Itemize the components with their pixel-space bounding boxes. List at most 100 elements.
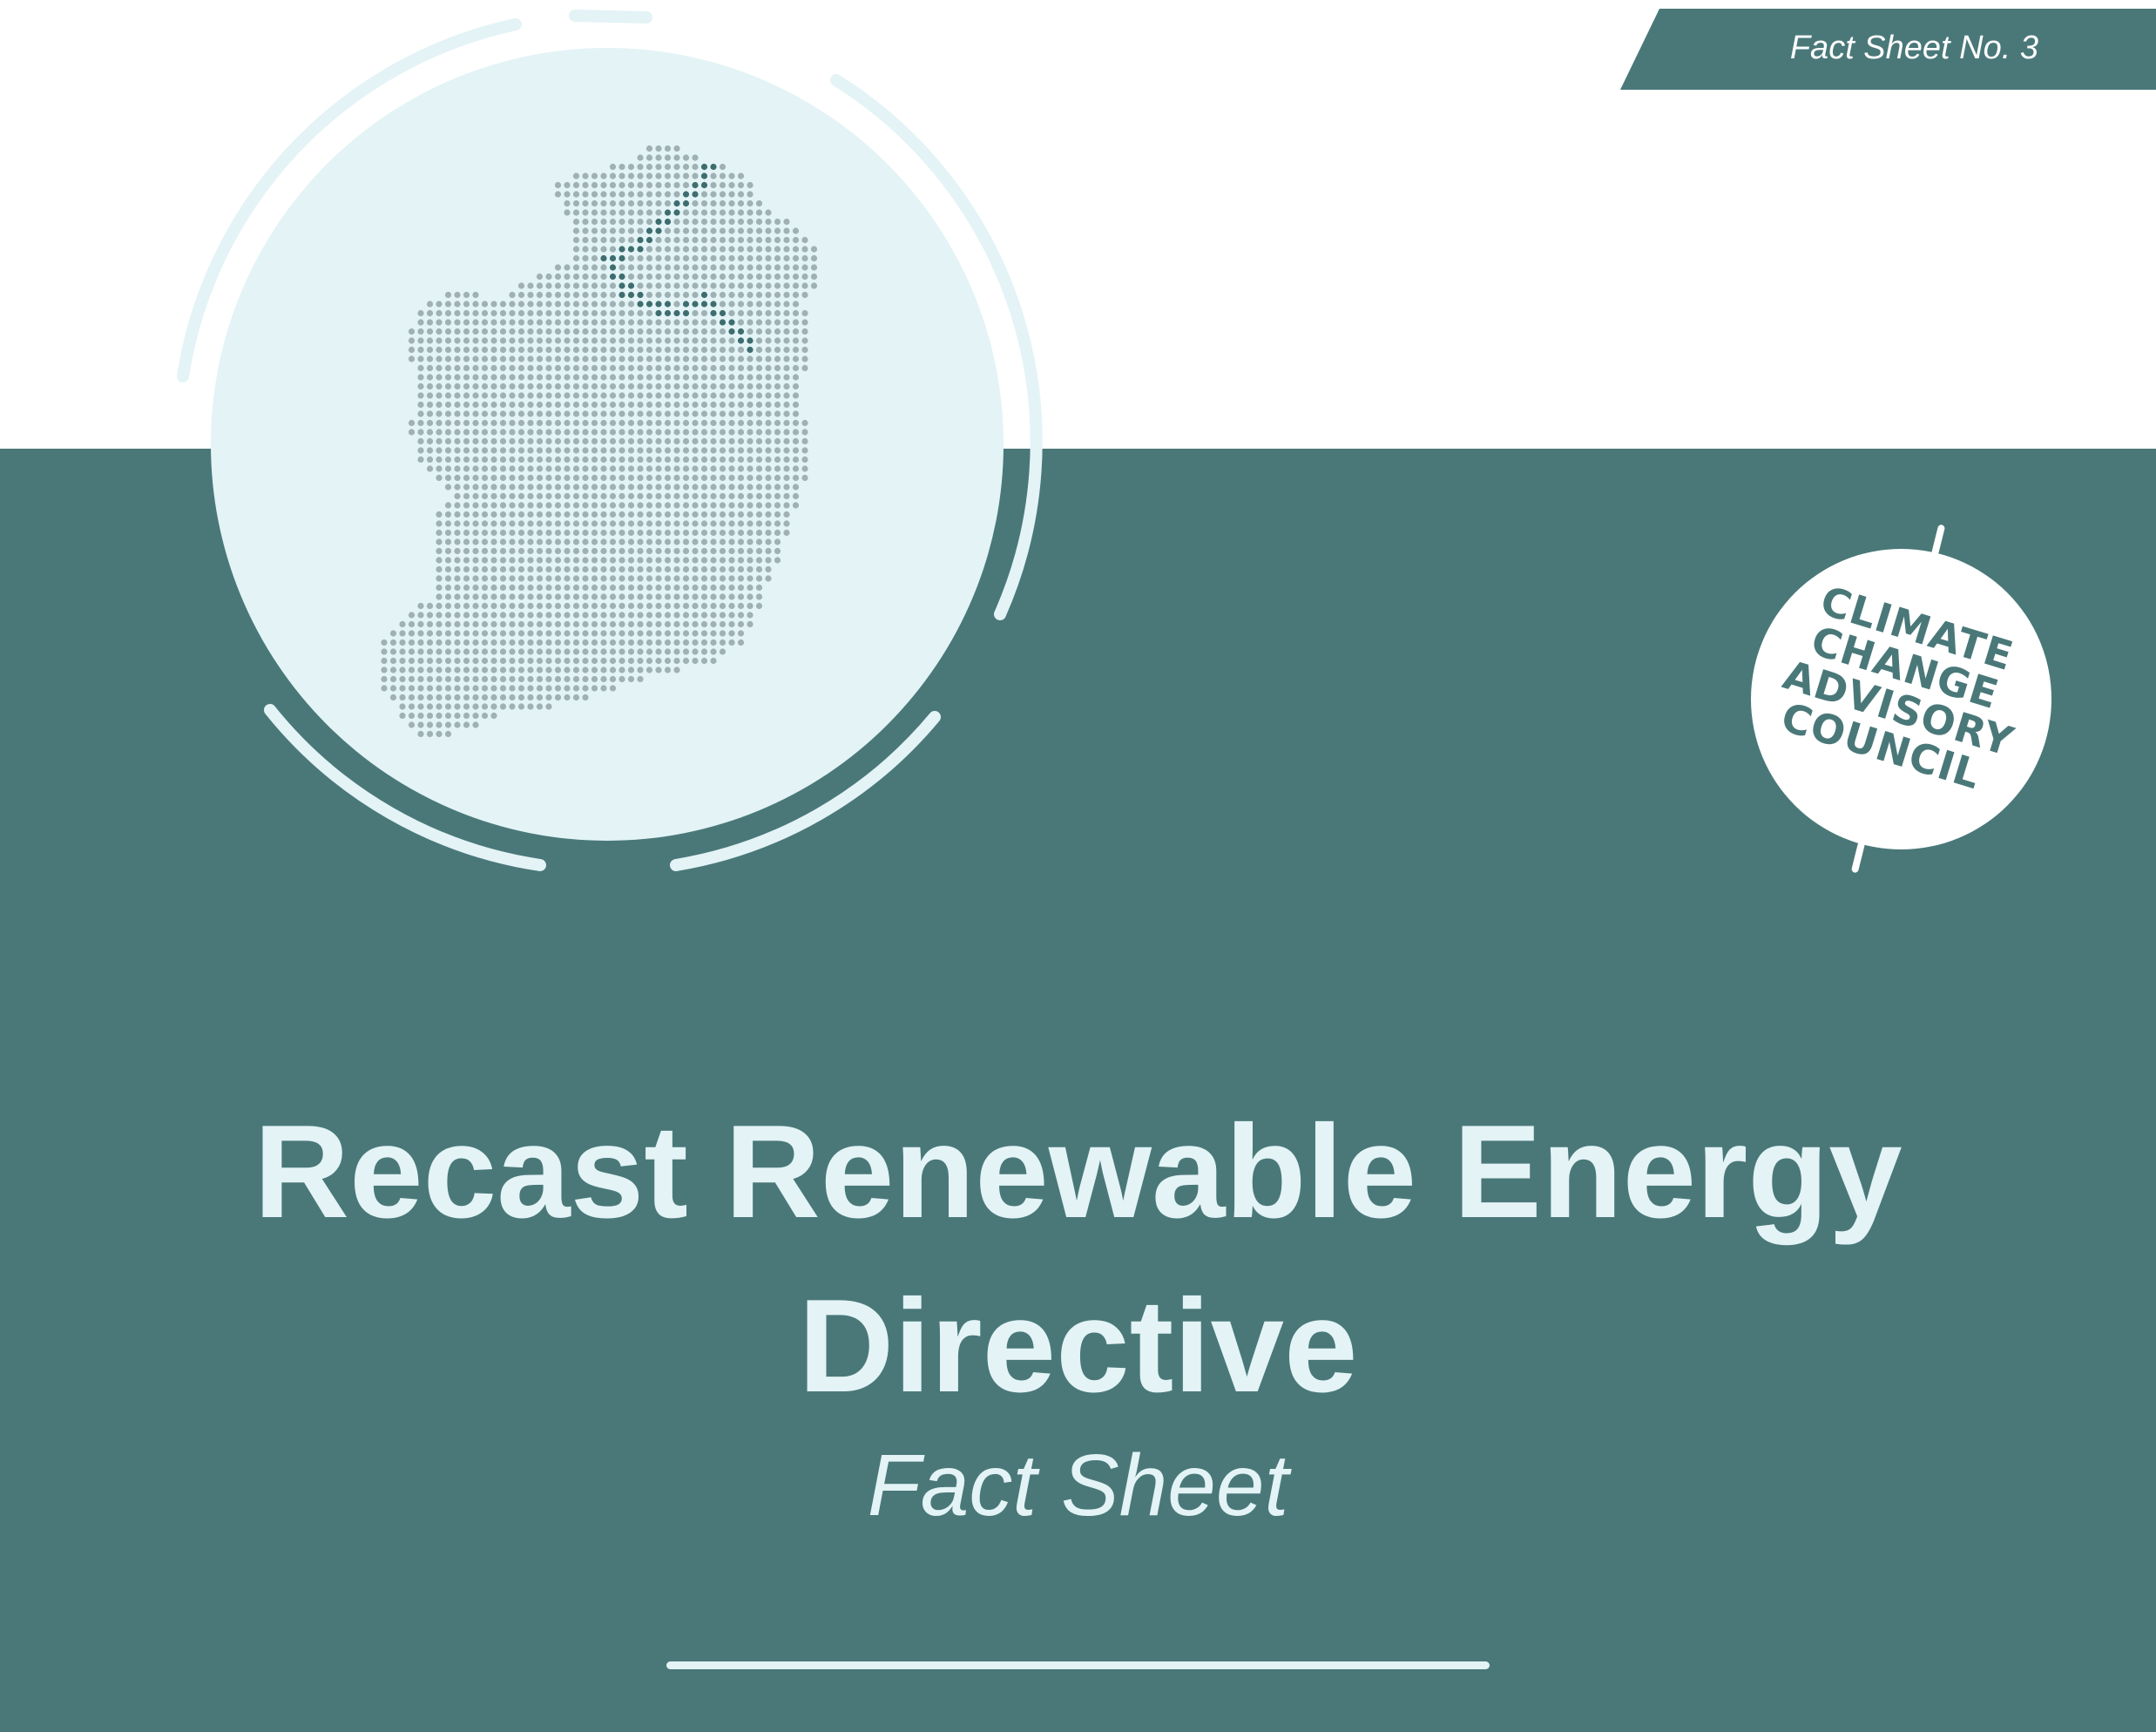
map-dot xyxy=(463,575,470,582)
map-dot xyxy=(572,410,580,417)
map-dot xyxy=(572,465,580,472)
map-dot xyxy=(618,401,625,409)
map-dot xyxy=(536,529,544,537)
map-dot xyxy=(664,401,672,409)
map-dot xyxy=(692,437,699,445)
map-dot xyxy=(645,437,653,445)
map-dot xyxy=(436,301,443,308)
map-dot xyxy=(472,685,479,692)
map-dot xyxy=(545,639,552,646)
map-dot xyxy=(591,447,598,454)
map-dot xyxy=(682,374,690,381)
map-dot xyxy=(517,282,525,289)
map-dot xyxy=(801,337,808,344)
map-dot xyxy=(545,337,552,344)
map-dot xyxy=(472,447,479,454)
map-dot xyxy=(582,181,589,189)
bottom-divider xyxy=(666,1661,1490,1669)
map-dot xyxy=(472,557,479,564)
map-dot xyxy=(564,346,571,354)
map-dot xyxy=(609,584,617,592)
map-dot xyxy=(572,246,580,253)
map-dot xyxy=(481,703,489,710)
map-dot xyxy=(609,639,617,646)
map-dot xyxy=(564,675,571,683)
map-dot xyxy=(645,575,653,582)
map-dot xyxy=(710,200,717,207)
map-dot xyxy=(472,602,479,610)
map-dot xyxy=(463,456,470,463)
map-dot xyxy=(728,465,735,472)
map-dot xyxy=(792,392,800,399)
map-dot xyxy=(463,346,470,354)
map-dot xyxy=(618,565,625,573)
map-dot xyxy=(774,309,781,317)
map-dot xyxy=(737,227,745,234)
map-dot xyxy=(536,584,544,592)
map-dot xyxy=(655,484,662,491)
map-dot xyxy=(692,246,699,253)
map-dot xyxy=(554,538,562,545)
map-dot xyxy=(609,657,617,665)
map-dot xyxy=(737,355,745,362)
map-dot xyxy=(591,429,598,436)
map-dot xyxy=(481,447,489,454)
map-dot xyxy=(692,484,699,491)
map-dot xyxy=(509,291,516,299)
map-dot xyxy=(454,657,461,665)
map-dot xyxy=(490,593,497,600)
map-dot xyxy=(719,419,727,427)
map-dot xyxy=(682,273,690,281)
map-dot xyxy=(700,429,708,436)
map-dot xyxy=(692,511,699,518)
map-dot xyxy=(545,575,552,582)
map-dot xyxy=(792,419,800,427)
map-dot xyxy=(627,200,635,207)
map-dot xyxy=(417,374,424,381)
map-dot xyxy=(517,492,525,500)
map-dot xyxy=(609,429,617,436)
map-dot xyxy=(545,374,552,381)
map-dot xyxy=(436,557,443,564)
map-dot xyxy=(682,246,690,253)
map-dot xyxy=(490,364,497,372)
map-dot xyxy=(527,648,534,655)
map-dot xyxy=(463,538,470,545)
map-dot xyxy=(527,301,534,308)
map-dot xyxy=(572,264,580,271)
map-dot xyxy=(637,612,644,619)
map-dot xyxy=(655,236,662,244)
map-dot xyxy=(627,465,635,472)
map-dot xyxy=(673,429,680,436)
map-dot xyxy=(527,282,534,289)
map-dot xyxy=(637,657,644,665)
map-dot xyxy=(417,382,424,390)
map-dot xyxy=(600,291,607,299)
map-dot xyxy=(417,721,424,728)
map-dot xyxy=(564,547,571,555)
map-dot xyxy=(700,437,708,445)
map-dot xyxy=(710,429,717,436)
map-dot xyxy=(572,328,580,335)
map-dot xyxy=(591,474,598,482)
map-dot xyxy=(692,337,699,344)
map-dot xyxy=(444,309,452,317)
map-dot xyxy=(637,337,644,344)
map-dot xyxy=(655,346,662,354)
map-dot xyxy=(719,465,727,472)
map-dot xyxy=(481,657,489,665)
map-dot xyxy=(673,191,680,198)
map-dot xyxy=(481,364,489,372)
map-dot xyxy=(600,273,607,281)
map-dot xyxy=(765,392,772,399)
map-dot xyxy=(700,511,708,518)
map-dot xyxy=(728,502,735,509)
map-dot xyxy=(609,630,617,637)
map-dot xyxy=(417,419,424,427)
map-dot xyxy=(719,355,727,362)
map-dot xyxy=(499,465,507,472)
map-dot xyxy=(673,584,680,592)
map-dot xyxy=(755,520,763,527)
map-dot xyxy=(710,355,717,362)
map-dot xyxy=(655,612,662,619)
